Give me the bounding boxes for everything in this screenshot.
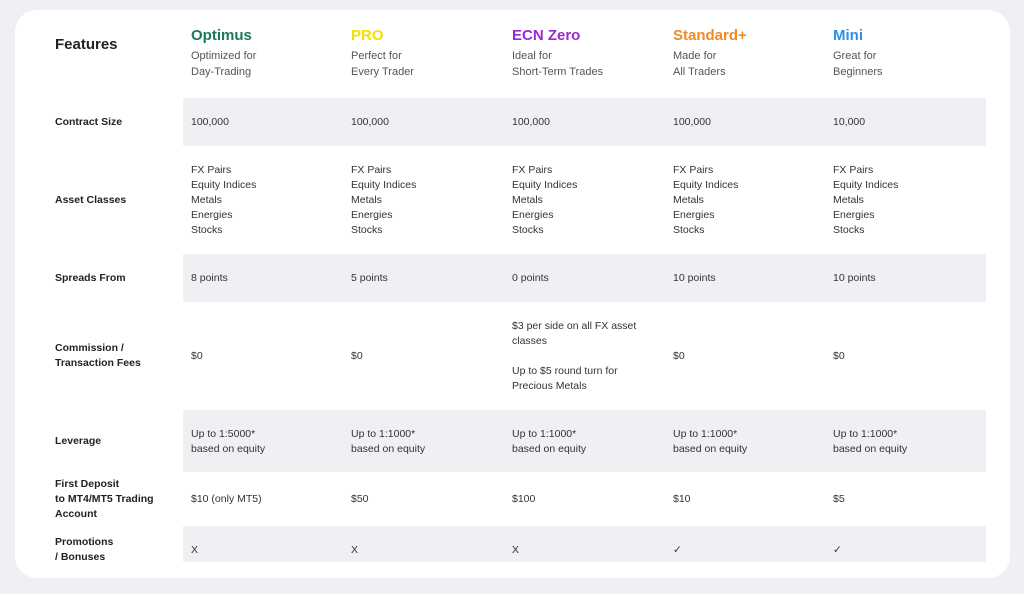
table-cell: $0 [351,350,363,362]
table-cell: ✓ [833,544,842,556]
plan-tagline: Great for Beginners [833,50,883,78]
row-label-first-deposit: First Deposit to MT4/MT5 Trading Account [55,478,154,520]
table-cell: $50 [351,493,369,505]
table-cell: 100,000 [351,116,389,128]
row-band-promotions [183,526,986,562]
plan-tagline: Perfect for Every Trader [351,50,414,78]
table-cell: $0 [191,350,203,362]
table-cell: FX Pairs Equity Indices Metals Energies … [191,164,257,236]
table-cell: Up to 1:1000* based on equity [351,428,426,455]
plan-header-mini: Mini Great for Beginners [833,27,883,80]
row-label-leverage: Leverage [55,435,102,447]
table-cell: 8 points [191,272,228,284]
table-cell: X [191,544,199,556]
table-cell: 10,000 [833,116,866,128]
table-cell: 100,000 [673,116,711,128]
row-label-promotions: Promotions / Bonuses [55,536,114,563]
table-cell: Up to 1:1000* based on equity [512,428,587,455]
table-cell: FX Pairs Equity Indices Metals Energies … [351,164,417,236]
table-cell: $5 [833,493,845,505]
table-cell: 100,000 [512,116,550,128]
table-cell: $3 per side on all FX asset classes Up t… [512,320,637,392]
features-heading: Features [55,36,118,53]
plan-tagline: Ideal for Short-Term Trades [512,50,604,78]
table-cell: $10 (only MT5) [191,493,262,505]
table-cell: Up to 1:1000* based on equity [673,428,748,455]
row-label-contract-size: Contract Size [55,116,123,128]
plan-name: Optimus [191,27,252,44]
plan-header-ecn-zero: ECN Zero Ideal for Short-Term Trades [512,27,603,80]
table-cell: $100 [512,493,536,505]
table-cell: $0 [833,350,845,362]
plan-name: PRO [351,27,384,44]
table-cell: 5 points [351,272,388,284]
plan-header-pro: PRO Perfect for Every Trader [351,27,414,80]
table-cell: X [351,544,359,556]
plan-tagline: Optimized for Day-Trading [191,50,257,78]
plan-name: Standard+ [673,27,747,44]
plan-name: Mini [833,27,863,44]
row-label-asset-classes: Asset Classes [55,194,127,206]
table-cell: FX Pairs Equity Indices Metals Energies … [512,164,578,236]
row-band-contract-size [183,98,986,146]
table-cell: ✓ [673,544,682,556]
table-cell: FX Pairs Equity Indices Metals Energies … [833,164,899,236]
table-cell: FX Pairs Equity Indices Metals Energies … [673,164,739,236]
table-cell: $10 [673,493,691,505]
row-label-commission: Commission / Transaction Fees [55,342,141,369]
plan-tagline: Made for All Traders [673,50,726,78]
row-label-spreads-from: Spreads From [55,272,126,284]
table-cell: $0 [673,350,685,362]
table-cell: 0 points [512,272,549,284]
table-cell: 10 points [833,272,876,284]
table-cell: 100,000 [191,116,229,128]
table-cell: Up to 1:5000* based on equity [191,428,266,455]
table-cell: 10 points [673,272,716,284]
table-cell: X [512,544,520,556]
plan-name: ECN Zero [512,27,581,44]
plan-header-optimus: Optimus Optimized for Day-Trading [191,27,256,80]
table-cell: Up to 1:1000* based on equity [833,428,908,455]
plan-header-standard-plus: Standard+ Made for All Traders [673,27,747,80]
